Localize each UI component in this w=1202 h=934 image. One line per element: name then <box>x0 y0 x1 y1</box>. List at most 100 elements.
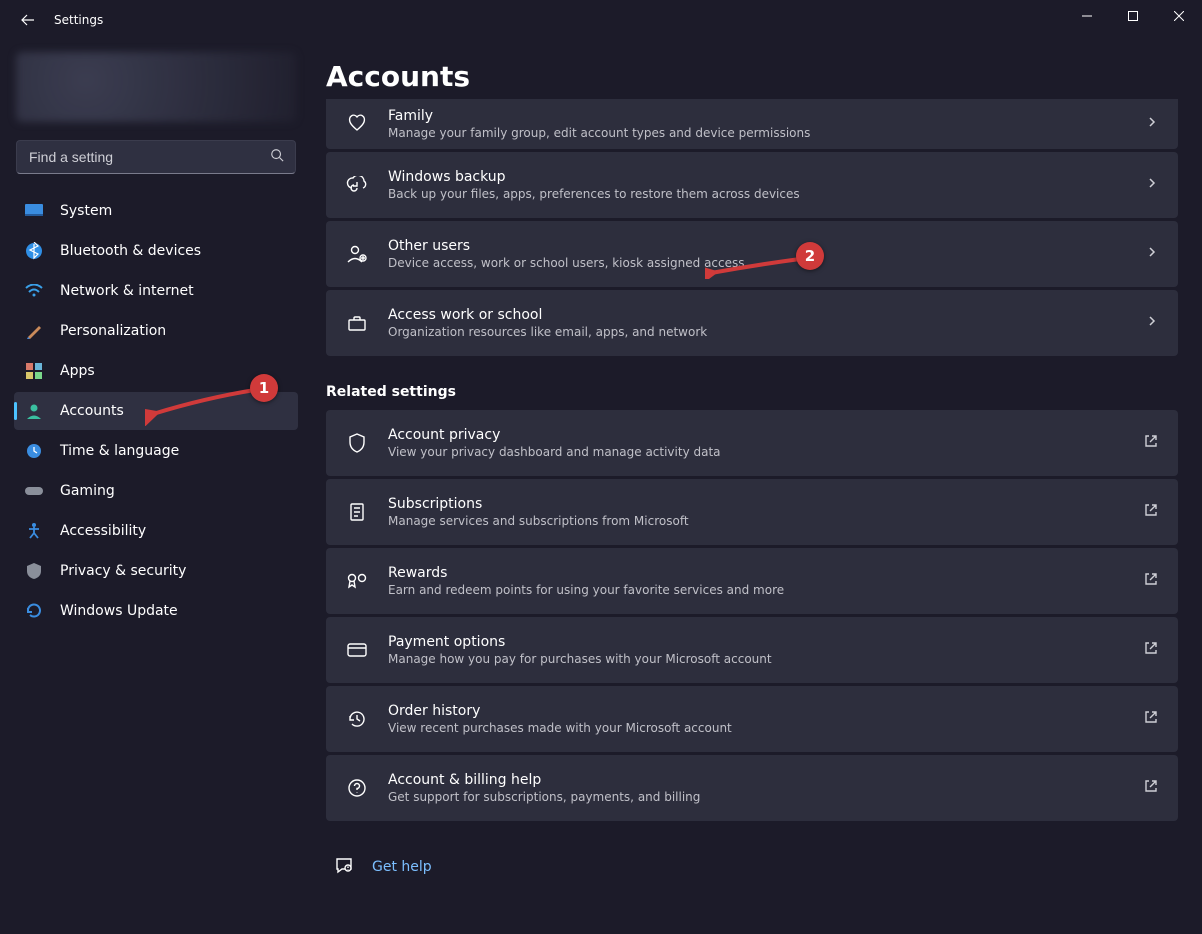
briefcase-icon <box>346 312 368 334</box>
row-other-users[interactable]: Other users Device access, work or schoo… <box>326 221 1178 287</box>
row-title: Account privacy <box>388 427 1124 443</box>
row-title: Access work or school <box>388 307 1126 323</box>
sidebar-item-label: Bluetooth & devices <box>60 243 201 259</box>
sidebar-item-privacy[interactable]: Privacy & security <box>14 552 298 590</box>
gamepad-icon <box>24 481 44 501</box>
sidebar-item-label: Accounts <box>60 403 124 419</box>
external-link-icon <box>1144 434 1158 452</box>
row-subtitle: Back up your files, apps, preferences to… <box>388 187 1126 201</box>
row-title: Subscriptions <box>388 496 1124 512</box>
privacy-shield-icon <box>346 432 368 454</box>
accessibility-icon <box>24 521 44 541</box>
row-subtitle: Manage how you pay for purchases with yo… <box>388 652 1124 666</box>
sidebar: System Bluetooth & devices Network & int… <box>0 40 312 934</box>
row-subtitle: Manage your family group, edit account t… <box>388 126 1126 140</box>
help-icon <box>346 777 368 799</box>
chevron-right-icon <box>1146 246 1158 262</box>
sidebar-item-label: Privacy & security <box>60 563 186 579</box>
sidebar-item-bluetooth[interactable]: Bluetooth & devices <box>14 232 298 270</box>
row-rewards[interactable]: Rewards Earn and redeem points for using… <box>326 548 1178 614</box>
row-subtitle: Earn and redeem points for using your fa… <box>388 583 1124 597</box>
external-link-icon <box>1144 641 1158 659</box>
sidebar-item-system[interactable]: System <box>14 192 298 230</box>
rewards-icon <box>346 570 368 592</box>
clock-icon <box>24 441 44 461</box>
backup-icon <box>346 174 368 196</box>
sidebar-item-label: Accessibility <box>60 523 146 539</box>
family-icon <box>346 113 368 135</box>
wifi-icon <box>24 281 44 301</box>
external-link-icon <box>1144 572 1158 590</box>
chevron-right-icon <box>1146 315 1158 331</box>
sidebar-item-label: Windows Update <box>60 603 178 619</box>
sidebar-item-gaming[interactable]: Gaming <box>14 472 298 510</box>
credit-card-icon <box>346 639 368 661</box>
row-billing-help[interactable]: Account & billing help Get support for s… <box>326 755 1178 821</box>
user-profile-card[interactable] <box>16 52 296 122</box>
sidebar-item-label: Network & internet <box>60 283 194 299</box>
row-account-privacy[interactable]: Account privacy View your privacy dashbo… <box>326 410 1178 476</box>
subscriptions-icon <box>346 501 368 523</box>
row-title: Windows backup <box>388 169 1126 185</box>
row-windows-backup[interactable]: Windows backup Back up your files, apps,… <box>326 152 1178 218</box>
annotation-marker-2: 2 <box>796 242 824 270</box>
row-subtitle: Manage services and subscriptions from M… <box>388 514 1124 528</box>
sidebar-item-label: Time & language <box>60 443 179 459</box>
sidebar-item-time[interactable]: Time & language <box>14 432 298 470</box>
row-payment-options[interactable]: Payment options Manage how you pay for p… <box>326 617 1178 683</box>
search-icon <box>270 148 284 166</box>
row-title: Order history <box>388 703 1124 719</box>
maximize-button[interactable] <box>1110 0 1156 32</box>
search-input[interactable] <box>16 140 296 174</box>
chat-help-icon <box>334 855 354 879</box>
chevron-right-icon <box>1146 116 1158 132</box>
titlebar: Settings <box>0 0 1202 40</box>
chevron-right-icon <box>1146 177 1158 193</box>
minimize-button[interactable] <box>1064 0 1110 32</box>
row-title: Payment options <box>388 634 1124 650</box>
help-link-label: Get help <box>372 859 432 875</box>
row-subtitle: View your privacy dashboard and manage a… <box>388 445 1124 459</box>
window-title: Settings <box>54 13 103 27</box>
sidebar-item-label: System <box>60 203 112 219</box>
system-icon <box>24 201 44 221</box>
row-title: Rewards <box>388 565 1124 581</box>
person-icon <box>24 401 44 421</box>
external-link-icon <box>1144 503 1158 521</box>
row-subtitle: Get support for subscriptions, payments,… <box>388 790 1124 804</box>
sidebar-item-label: Apps <box>60 363 95 379</box>
sidebar-item-label: Personalization <box>60 323 166 339</box>
bluetooth-icon <box>24 241 44 261</box>
row-work-school[interactable]: Access work or school Organization resou… <box>326 290 1178 356</box>
section-heading-related: Related settings <box>326 384 1178 400</box>
history-icon <box>346 708 368 730</box>
other-users-icon <box>346 243 368 265</box>
close-button[interactable] <box>1156 0 1202 32</box>
get-help-link[interactable]: Get help <box>334 855 1178 879</box>
annotation-marker-1: 1 <box>250 374 278 402</box>
row-title: Family <box>388 108 1126 124</box>
sidebar-item-update[interactable]: Windows Update <box>14 592 298 630</box>
update-icon <box>24 601 44 621</box>
sidebar-item-network[interactable]: Network & internet <box>14 272 298 310</box>
sidebar-item-label: Gaming <box>60 483 115 499</box>
external-link-icon <box>1144 710 1158 728</box>
search-container <box>16 140 296 174</box>
back-button[interactable] <box>18 10 38 30</box>
shield-icon <box>24 561 44 581</box>
sidebar-item-accessibility[interactable]: Accessibility <box>14 512 298 550</box>
row-subscriptions[interactable]: Subscriptions Manage services and subscr… <box>326 479 1178 545</box>
row-family[interactable]: Family Manage your family group, edit ac… <box>326 99 1178 149</box>
sidebar-nav: System Bluetooth & devices Network & int… <box>14 192 298 630</box>
row-title: Other users <box>388 238 1126 254</box>
content-area: Accounts Family Manage your family group… <box>312 40 1202 934</box>
paintbrush-icon <box>24 321 44 341</box>
row-title: Account & billing help <box>388 772 1124 788</box>
row-order-history[interactable]: Order history View recent purchases made… <box>326 686 1178 752</box>
row-subtitle: View recent purchases made with your Mic… <box>388 721 1124 735</box>
page-title: Accounts <box>326 60 1178 93</box>
sidebar-item-personalization[interactable]: Personalization <box>14 312 298 350</box>
apps-icon <box>24 361 44 381</box>
external-link-icon <box>1144 779 1158 797</box>
row-subtitle: Device access, work or school users, kio… <box>388 256 1126 270</box>
